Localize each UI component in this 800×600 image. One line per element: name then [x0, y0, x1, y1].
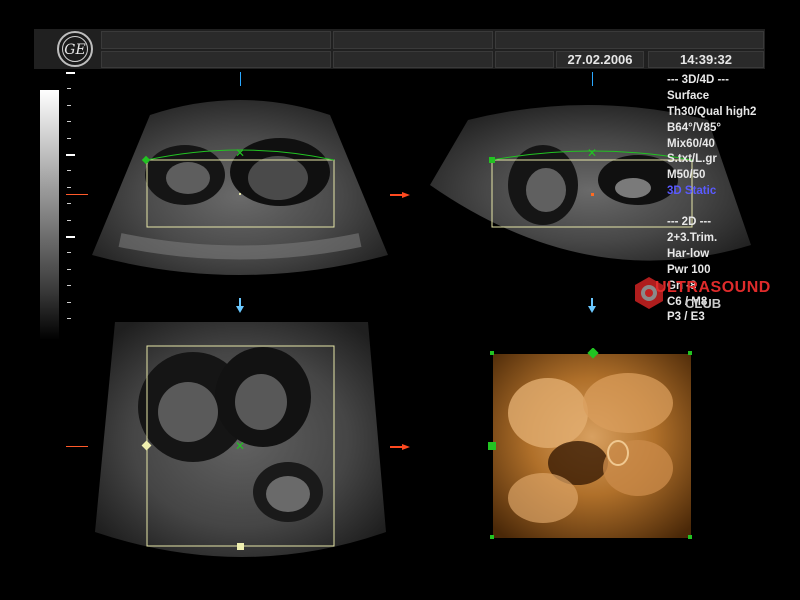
depth-tick — [67, 301, 71, 303]
arrow-right-icon — [390, 194, 402, 196]
pane-a-sector-image[interactable]: ✕ — [90, 90, 390, 280]
roi-handle[interactable] — [237, 543, 244, 550]
svg-text:GE: GE — [64, 42, 85, 58]
depth-tick — [67, 203, 71, 205]
svg-text:✕: ✕ — [587, 146, 597, 160]
svg-text:✕: ✕ — [235, 439, 245, 453]
header-cell — [333, 51, 493, 68]
depth-tick — [67, 285, 71, 287]
roi-handle[interactable] — [489, 157, 495, 163]
arrow-right-icon — [402, 192, 410, 198]
arrow-right-icon — [390, 446, 402, 448]
depth-tick — [67, 252, 71, 254]
parameter-line: P3 / E3 — [667, 311, 705, 324]
parameter-line: M50/50 — [667, 169, 706, 182]
parameter-line: Pwr 100 — [667, 263, 711, 276]
watermark-text: ULTRASOUND — [655, 279, 771, 296]
grey-scale-bar — [40, 90, 59, 340]
depth-tick — [67, 88, 71, 90]
orientation-marker — [66, 446, 88, 447]
depth-tick — [67, 170, 71, 172]
depth-tick — [67, 219, 71, 221]
arrow-down-icon — [239, 298, 241, 306]
parameter-line: --- 2D --- — [667, 216, 712, 229]
depth-tick — [67, 268, 71, 270]
pane-d-3d-render[interactable] — [488, 348, 698, 544]
parameter-line: Surface — [667, 89, 710, 102]
ultrasound-screen: GE 27.02.2006 14:39:32 ✕ ✕ ✕ --- 3D/4D -… — [0, 0, 800, 600]
depth-tick — [66, 154, 75, 156]
watermark-sub: CLUB — [685, 296, 722, 311]
arrow-right-icon — [402, 444, 410, 450]
orientation-marker — [592, 72, 593, 86]
svg-text:✕: ✕ — [235, 146, 245, 160]
depth-tick — [66, 236, 75, 238]
header-cell — [101, 51, 331, 68]
arrow-down-icon — [236, 306, 244, 313]
header-cell — [495, 31, 764, 49]
parameter-line: 2+3.Trim. — [667, 232, 718, 245]
depth-tick — [67, 318, 71, 319]
depth-tick — [66, 72, 75, 74]
parameter-line: Mix60/40 — [667, 137, 715, 150]
mode-label: 3D Static — [667, 185, 717, 198]
parameter-line: S.txt/L.gr — [667, 153, 717, 166]
parameter-line: Th30/Qual high2 — [667, 105, 757, 118]
orientation-marker — [66, 194, 88, 195]
header-cell — [495, 51, 554, 68]
exam-time: 14:39:32 — [679, 52, 733, 67]
header-cell — [101, 31, 331, 49]
depth-tick — [67, 121, 71, 123]
orientation-marker — [240, 72, 241, 86]
exam-date: 27.02.2006 — [567, 52, 633, 67]
parameter-line: --- 3D/4D --- — [667, 74, 729, 86]
arrow-down-icon — [588, 306, 596, 313]
depth-tick — [67, 104, 71, 106]
header-cell — [333, 31, 493, 49]
ge-logo-icon: GE — [57, 31, 93, 67]
pane-c-sector-image[interactable]: ✕ — [93, 322, 388, 570]
depth-tick — [67, 137, 71, 139]
parameter-line: B64°/V85° — [667, 121, 721, 134]
depth-tick — [67, 186, 71, 188]
arrow-down-icon — [591, 298, 593, 306]
parameter-line: Har-low — [667, 247, 710, 260]
render-handle[interactable] — [488, 442, 496, 450]
